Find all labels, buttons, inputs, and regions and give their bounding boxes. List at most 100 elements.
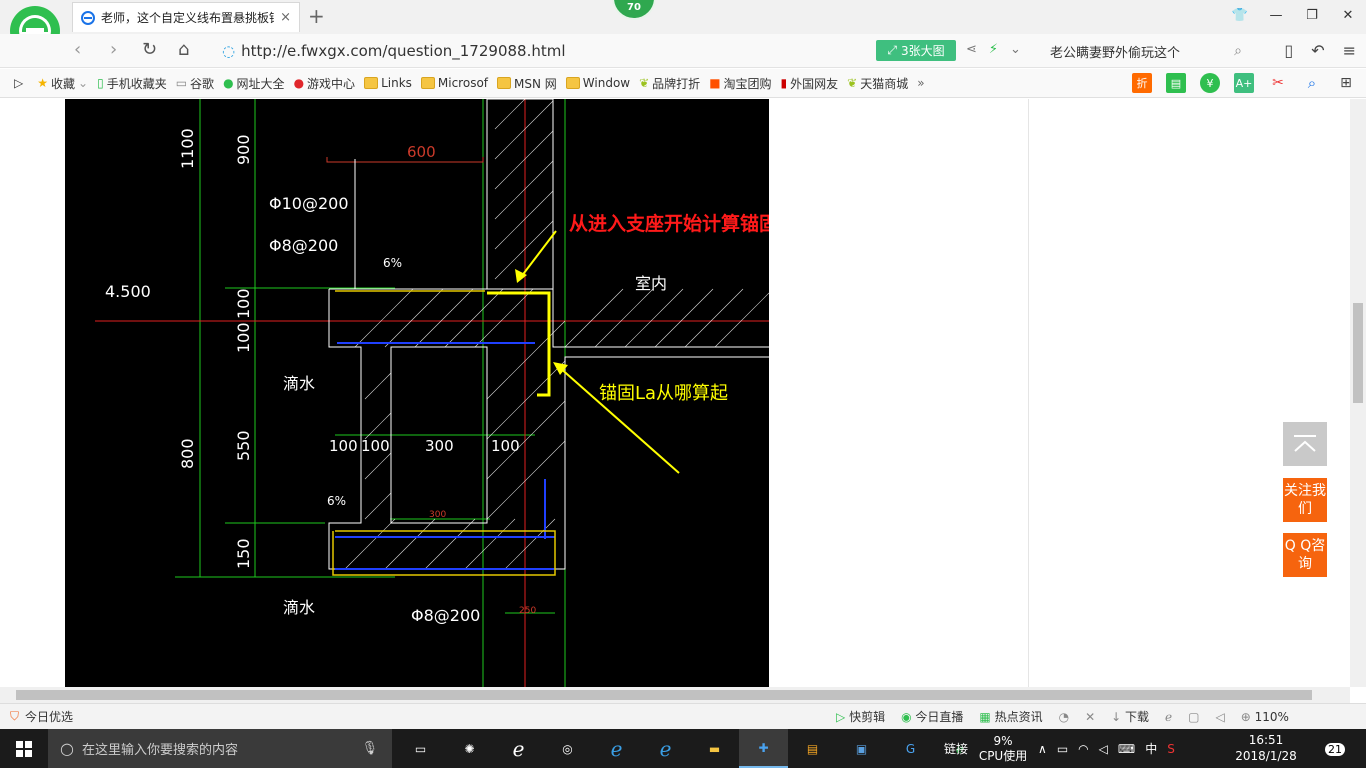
wallet-icon[interactable]: ¥ xyxy=(1200,73,1220,93)
elevation-label: 4.500 xyxy=(105,282,151,301)
share-icon[interactable]: ⋖ xyxy=(966,42,977,57)
menu-icon[interactable]: ≡ xyxy=(1343,41,1356,60)
bookmark-item[interactable]: Microsof xyxy=(420,76,488,90)
sogou-app-icon[interactable]: G xyxy=(886,729,935,768)
download-item[interactable]: ↓ 下载 xyxy=(1111,708,1149,725)
vertical-scroll-thumb[interactable] xyxy=(1353,303,1363,403)
ime-indicator[interactable]: 中 xyxy=(1145,740,1157,757)
undo-icon[interactable]: ↶ xyxy=(1311,41,1324,60)
task-view-icon[interactable]: ▭ xyxy=(396,729,445,768)
notes-app-icon[interactable]: ▤ xyxy=(788,729,837,768)
skin-icon[interactable]: 👕 xyxy=(1222,0,1258,32)
horizontal-scroll-thumb[interactable] xyxy=(16,690,1312,700)
qq-consult-button[interactable]: Q Q咨询 xyxy=(1283,533,1327,577)
url-field[interactable]: ◌ http://e.fwxgx.com/question_1729088.ht… xyxy=(222,39,862,63)
clock-date: 2018/1/28 xyxy=(1235,749,1297,763)
mute-icon[interactable]: ◁ xyxy=(1216,710,1225,724)
cad-drawing-image: 4.500 室内 滴水 滴水 Φ10@200 Φ8@200 Φ8@200 6% … xyxy=(65,99,817,687)
big-image-button[interactable]: ⤢ 3张大图 xyxy=(876,40,956,61)
bookmark-item[interactable]: MSN 网 xyxy=(497,75,557,92)
notification-badge[interactable]: 70 xyxy=(612,0,656,20)
chevron-down-icon: ⌄ xyxy=(78,76,89,90)
bookmark-item[interactable]: ● 网址大全 xyxy=(223,75,285,92)
ie-app-icon[interactable]: ℯ xyxy=(641,729,690,768)
volume-icon[interactable]: ◁ xyxy=(1099,742,1108,756)
discount-icon[interactable]: 折 xyxy=(1132,73,1152,93)
forward-icon[interactable]: › xyxy=(110,39,117,60)
sidebar-toggle-icon[interactable]: ▷ xyxy=(14,76,23,90)
pinwheel-app-icon[interactable]: ✺ xyxy=(445,729,494,768)
notification-count: 21 xyxy=(1325,742,1345,756)
quick-edit-item[interactable]: ▷ 快剪辑 xyxy=(836,708,885,725)
restore-button[interactable]: ❐ xyxy=(1294,0,1330,32)
tab-close-icon[interactable]: × xyxy=(280,10,291,25)
refresh-icon[interactable]: ↻ xyxy=(142,39,157,60)
new-tab-button[interactable]: + xyxy=(308,4,325,28)
live-item[interactable]: ◉ 今日直播 xyxy=(901,708,963,725)
news-item[interactable]: ▦ 热点资讯 xyxy=(979,708,1042,725)
sogou-ime-icon[interactable]: S xyxy=(1167,742,1175,756)
speed-icon[interactable]: ◔ xyxy=(1059,710,1069,724)
start-button[interactable] xyxy=(0,729,48,768)
clock[interactable]: 16:51 2018/1/28 xyxy=(1234,732,1298,764)
today-picks[interactable]: ⛉ 今日优选 xyxy=(10,708,73,725)
dim-100b: 100 xyxy=(234,322,253,353)
bookmark-item[interactable]: ● 游戏中心 xyxy=(294,75,356,92)
tools-icon[interactable]: ✕ xyxy=(1085,710,1095,724)
search-input[interactable]: 老公瞒妻野外偷玩这个 ⌕ xyxy=(1042,39,1242,63)
window-icon[interactable]: ▢ xyxy=(1188,710,1199,724)
action-center-button[interactable]: 21 xyxy=(1320,738,1350,760)
screenshot-icon[interactable]: ✂ xyxy=(1268,73,1288,93)
reader-icon[interactable]: ▤ xyxy=(1166,73,1186,93)
link-label[interactable]: 链接 xyxy=(944,740,968,757)
rebar-2-label: Φ8@200 xyxy=(269,236,338,255)
bookmark-item[interactable]: ▯ 手机收藏夹 xyxy=(97,75,167,92)
chevron-down-icon[interactable]: ⌄ xyxy=(1010,42,1021,57)
rebar-1-label: Φ10@200 xyxy=(269,194,349,213)
minimize-button[interactable]: — xyxy=(1258,0,1294,32)
wifi-icon[interactable]: ◠ xyxy=(1078,742,1088,756)
back-to-top-button[interactable] xyxy=(1283,422,1327,466)
zoom-icon: ⊕ xyxy=(1240,709,1251,724)
url-text: http://e.fwxgx.com/question_1729088.html xyxy=(241,42,566,60)
close-window-button[interactable]: ✕ xyxy=(1330,0,1366,32)
bookmark-item[interactable]: ★ 收藏 ⌄ xyxy=(37,75,88,92)
cpu-meter[interactable]: 9% CPU使用 xyxy=(978,734,1028,764)
bookmark-item[interactable]: Links xyxy=(364,76,412,90)
bookmarks-more-button[interactable]: » xyxy=(917,76,924,90)
vertical-scrollbar[interactable] xyxy=(1350,99,1366,687)
lightning-icon[interactable]: ⚡ xyxy=(989,42,998,57)
ie-icon[interactable]: ℯ xyxy=(1165,710,1172,724)
calculator-app-icon[interactable]: ▣ xyxy=(837,729,886,768)
apps-icon[interactable]: ⊞ xyxy=(1336,73,1356,93)
taskbar-search[interactable]: ○ 在这里输入你要搜索的内容 🎙 xyxy=(48,729,392,768)
taskbar-search-placeholder: 在这里输入你要搜索的内容 xyxy=(81,743,238,758)
keyboard-icon[interactable]: ⌨ xyxy=(1118,742,1135,756)
translate-icon[interactable]: A+ xyxy=(1234,73,1254,93)
mobile-icon[interactable]: ▯ xyxy=(1284,41,1293,60)
bookmark-item[interactable]: ▮ 外国网友 xyxy=(781,75,839,92)
follow-us-button[interactable]: 关注我们 xyxy=(1283,478,1327,522)
globe-icon: ● xyxy=(223,76,234,90)
spiral-app-icon[interactable]: ◎ xyxy=(543,729,592,768)
glodon-app-icon[interactable]: ✚ xyxy=(739,729,788,768)
tray-expand-icon[interactable]: ∧ xyxy=(1038,742,1047,756)
bookmark-item[interactable]: ▭ 谷歌 xyxy=(176,75,214,92)
zoom-control[interactable]: ⊕ 110% xyxy=(1241,710,1289,724)
back-icon[interactable]: ‹ xyxy=(74,39,81,60)
find-icon[interactable]: ⌕ xyxy=(1302,73,1322,93)
microphone-icon[interactable]: 🎙 xyxy=(361,741,378,756)
search-icon[interactable]: ⌕ xyxy=(1234,43,1242,59)
battery-icon[interactable]: ▭ xyxy=(1057,742,1068,756)
dim-1100: 1100 xyxy=(178,128,197,169)
edge-app-icon[interactable]: ℯ xyxy=(592,729,641,768)
home-icon[interactable]: ⌂ xyxy=(178,39,189,60)
horizontal-scrollbar[interactable] xyxy=(0,687,1350,703)
browser-app-icon[interactable]: ℯ xyxy=(494,729,543,768)
file-explorer-icon[interactable]: ▬ xyxy=(690,729,739,768)
browser-tab[interactable]: 老师，这个自定义线布置悬挑板锚 × xyxy=(72,2,300,32)
bookmark-item[interactable]: ❦ 品牌打折 xyxy=(639,75,700,92)
bookmark-item[interactable]: Window xyxy=(565,76,630,90)
bookmark-item[interactable]: ❦ 天猫商城 xyxy=(847,75,908,92)
bookmark-item[interactable]: ■ 淘宝团购 xyxy=(709,75,771,92)
